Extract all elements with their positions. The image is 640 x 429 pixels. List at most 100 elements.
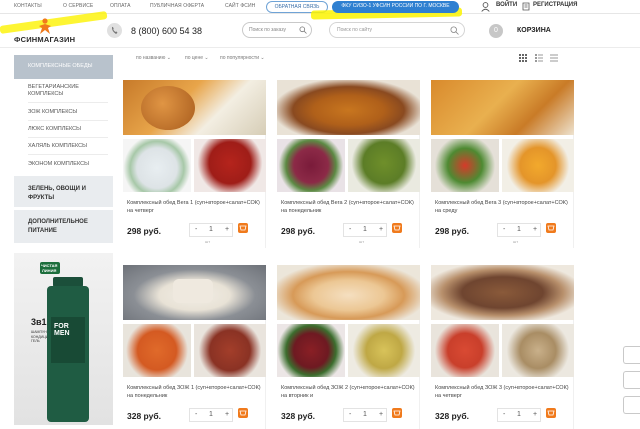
- sidebar-group-extra[interactable]: ДОПОЛНИТЕЛЬНОЕ ПИТАНИЕ: [14, 210, 113, 243]
- sort-by-popularity-label: по популярности: [220, 55, 259, 61]
- product-main-image[interactable]: [123, 265, 266, 320]
- ad-banner[interactable]: ЧИСТАЯ ЛИНИЯ 3в1 ШАМПУНЬ + КОНДИЦИОНЕР Г…: [14, 253, 113, 425]
- tomato-salad-image: [431, 324, 499, 377]
- phone-icon: [107, 23, 122, 38]
- cart-link[interactable]: КОРЗИНА: [517, 27, 551, 34]
- side-widget-button[interactable]: [623, 371, 640, 389]
- nav-link-offer[interactable]: ПУБЛИЧНАЯ ОФЕРТА: [150, 3, 204, 9]
- product-title[interactable]: Комплексный обед ЗОЖ 3 (суп+второе+салат…: [435, 385, 575, 400]
- qty-plus-button[interactable]: +: [533, 411, 537, 418]
- nav-link-about[interactable]: О СЕРВИСЕ: [63, 3, 93, 9]
- grid-view-icon[interactable]: [519, 54, 527, 62]
- qty-minus-button[interactable]: -: [503, 411, 505, 418]
- quantity-stepper[interactable]: - 1 +: [343, 223, 387, 237]
- product-card[interactable]: Комплексный обед ЗОЖ 2 (суп+второе+салат…: [277, 265, 420, 429]
- sort-by-price[interactable]: по цене ⌄: [185, 55, 209, 61]
- qty-minus-button[interactable]: -: [349, 226, 351, 233]
- divider: [28, 102, 108, 103]
- product-price: 298 руб.: [281, 226, 315, 236]
- product-main-image[interactable]: [277, 80, 420, 135]
- cart-count-badge[interactable]: 0: [489, 24, 503, 38]
- quantity-stepper[interactable]: - 1 +: [189, 408, 233, 422]
- product-card[interactable]: Комплексный обед Вега 3 (суп+второе+сала…: [431, 80, 574, 248]
- carrot-salad-image: [123, 324, 191, 377]
- cart-icon: [547, 410, 555, 416]
- product-title[interactable]: Комплексный обед Вега 1 (суп+второе+сала…: [127, 200, 267, 215]
- list-view-icon[interactable]: [535, 54, 543, 62]
- side-widget-button[interactable]: [623, 396, 640, 414]
- sidebar-item-vegetarian[interactable]: ВЕГЕТАРИАНСКИЕ КОМПЛЕКСЫ: [14, 84, 113, 98]
- quantity-stepper[interactable]: - 1 +: [497, 223, 541, 237]
- quantity-stepper[interactable]: - 1 +: [189, 223, 233, 237]
- qty-value[interactable]: 1: [363, 411, 367, 418]
- qty-minus-button[interactable]: -: [349, 411, 351, 418]
- qty-minus-button[interactable]: -: [195, 226, 197, 233]
- quantity-stepper[interactable]: - 1 +: [343, 408, 387, 422]
- logo-person-icon: [39, 18, 51, 34]
- qty-plus-button[interactable]: +: [225, 226, 229, 233]
- qty-plus-button[interactable]: +: [379, 226, 383, 233]
- nav-link-contacts[interactable]: КОНТАКТЫ: [14, 3, 42, 9]
- product-title[interactable]: Комплексный обед ЗОЖ 2 (суп+второе+салат…: [281, 385, 421, 400]
- sort-by-popularity[interactable]: по популярности ⌄: [220, 55, 265, 61]
- chicken-soup-image: [348, 324, 420, 377]
- header-divider: [0, 47, 640, 48]
- product-main-image[interactable]: [431, 265, 574, 320]
- quantity-stepper[interactable]: - 1 +: [497, 408, 541, 422]
- add-to-cart-button[interactable]: [546, 408, 556, 418]
- ad-for-men: FOR MEN: [54, 323, 70, 337]
- qty-plus-button[interactable]: +: [379, 411, 383, 418]
- meat-soup-image: [194, 324, 266, 377]
- ad-brand-bottom: ЛИНИЯ: [42, 268, 57, 273]
- sidebar-item-econom[interactable]: ЭКОНОМ КОМПЛЕКСЫ: [14, 161, 113, 168]
- product-card[interactable]: Комплексный обед ЗОЖ 3 (суп+второе+салат…: [431, 265, 574, 429]
- product-card[interactable]: Комплексный обед ЗОЖ 1 (суп+второе+салат…: [123, 265, 266, 429]
- qty-value[interactable]: 1: [517, 411, 521, 418]
- sort-by-name[interactable]: по названию ⌄: [136, 55, 171, 61]
- qty-plus-button[interactable]: +: [533, 226, 537, 233]
- site-search-input[interactable]: Поиск по сайту: [329, 22, 465, 38]
- product-main-image[interactable]: [431, 80, 574, 135]
- qty-minus-button[interactable]: -: [195, 411, 197, 418]
- product-title[interactable]: Комплексный обед ЗОЖ 1 (суп+второе+салат…: [127, 385, 267, 400]
- phone-number[interactable]: 8 (800) 600 54 38: [131, 26, 202, 36]
- vegetable-salad-image: [431, 139, 499, 192]
- cart-icon: [393, 410, 401, 416]
- region-selector[interactable]: ФКУ СИЗО-1 УФСИН РОССИИ ПО Г. МОСКВЕ: [332, 1, 459, 13]
- product-card[interactable]: Комплексный обед Вега 1 (суп+второе+сала…: [123, 80, 266, 248]
- product-main-image[interactable]: [123, 80, 266, 135]
- product-price: 328 руб.: [127, 411, 161, 421]
- order-search-input[interactable]: Поиск по заказу: [242, 22, 312, 38]
- sidebar-item-halal[interactable]: ХАЛЯЛЬ КОМПЛЕКСЫ: [14, 143, 113, 150]
- unit-label: шт: [513, 239, 519, 244]
- add-to-cart-button[interactable]: [392, 223, 402, 233]
- product-title[interactable]: Комплексный обед Вега 2 (суп+второе+сала…: [281, 200, 421, 215]
- sidebar-item-zozh[interactable]: ЗОЖ КОМПЛЕКСЫ: [14, 109, 113, 116]
- qty-value[interactable]: 1: [363, 226, 367, 233]
- side-widget-button[interactable]: [623, 346, 640, 364]
- register-link[interactable]: РЕГИСТРАЦИЯ: [533, 2, 577, 8]
- green-soup-image: [348, 139, 420, 192]
- product-main-image[interactable]: [277, 265, 420, 320]
- site-logo[interactable]: ФСИНМАГАЗИН: [14, 18, 84, 44]
- login-link[interactable]: ВОЙТИ: [496, 2, 517, 8]
- qty-value[interactable]: 1: [209, 411, 213, 418]
- add-to-cart-button[interactable]: [238, 223, 248, 233]
- search-icon[interactable]: [450, 26, 459, 35]
- product-card[interactable]: Комплексный обед Вега 2 (суп+второе+сала…: [277, 80, 420, 248]
- qty-value[interactable]: 1: [517, 226, 521, 233]
- nav-link-payment[interactable]: ОПЛАТА: [110, 3, 131, 9]
- nav-link-fsin[interactable]: САЙТ ФСИН: [225, 3, 255, 9]
- compact-view-icon[interactable]: [550, 54, 558, 62]
- add-to-cart-button[interactable]: [238, 408, 248, 418]
- qty-value[interactable]: 1: [209, 226, 213, 233]
- qty-plus-button[interactable]: +: [225, 411, 229, 418]
- add-to-cart-button[interactable]: [546, 223, 556, 233]
- sidebar-item-complex-lunches[interactable]: КОМПЛЕКСНЫЕ ОБЕДЫ: [14, 55, 113, 79]
- sidebar-item-lux[interactable]: ЛЮКС КОМПЛЕКСЫ: [14, 126, 113, 133]
- qty-minus-button[interactable]: -: [503, 226, 505, 233]
- search-icon[interactable]: [299, 26, 307, 34]
- add-to-cart-button[interactable]: [392, 408, 402, 418]
- product-title[interactable]: Комплексный обед Вега 3 (суп+второе+сала…: [435, 200, 575, 215]
- sidebar-group-greens[interactable]: ЗЕЛЕНЬ, ОВОЩИ И ФРУКТЫ: [14, 176, 113, 207]
